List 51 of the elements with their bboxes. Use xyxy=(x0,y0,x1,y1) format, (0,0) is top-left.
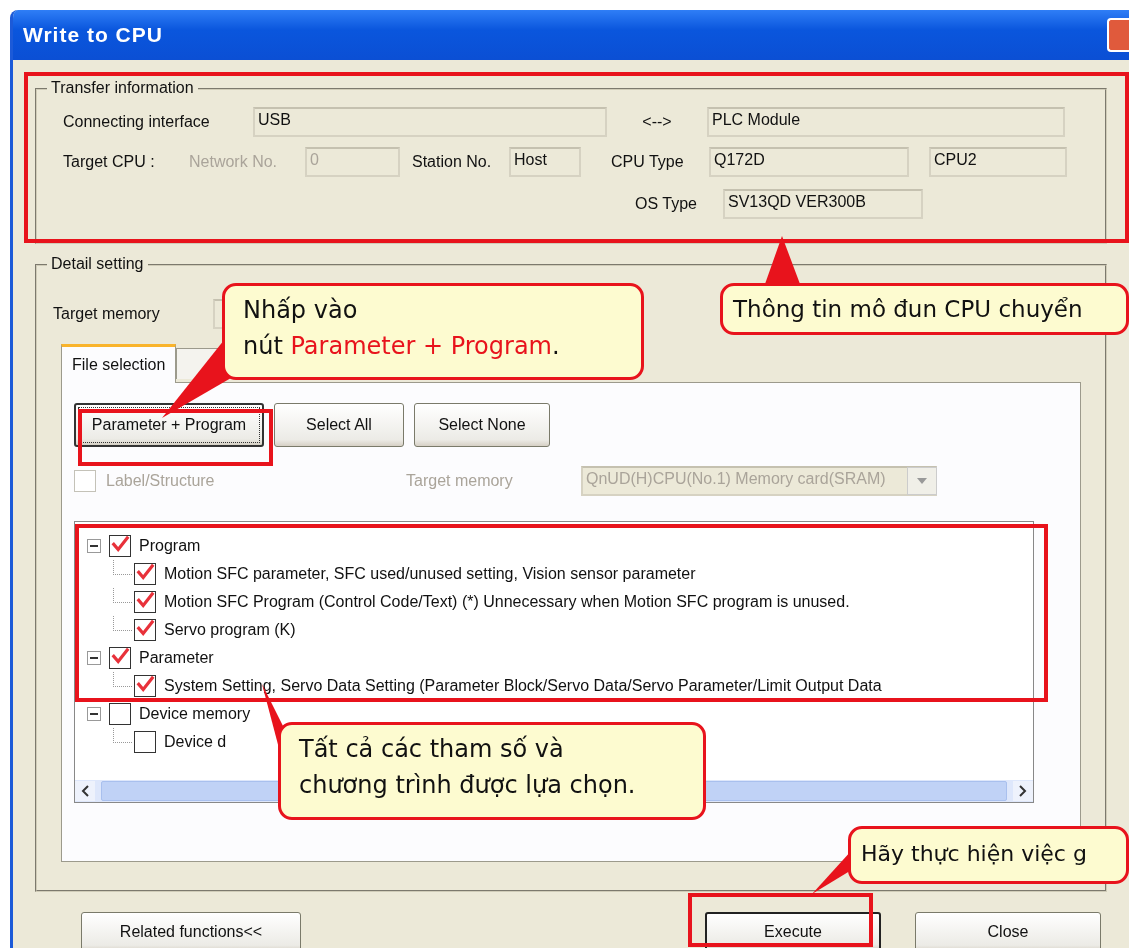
field-label: OS Type xyxy=(635,195,698,213)
arrow-text: <--> xyxy=(641,113,673,131)
window-title: Write to CPU xyxy=(23,23,163,47)
checkbox[interactable] xyxy=(109,535,131,557)
checkbox[interactable] xyxy=(134,675,156,697)
callout-note: Tất cả các tham số và chương trình được lựa chọn. xyxy=(278,722,706,820)
callout-pointer xyxy=(765,236,800,284)
callout-note: Nhấp vào nút Parameter + Program. xyxy=(222,283,644,380)
callout-note: Thông tin mô đun CPU chuyển xyxy=(720,283,1129,335)
field-label: CPU Type xyxy=(611,153,685,171)
tab[interactable]: File selection xyxy=(61,344,177,383)
expand-toggle-icon[interactable] xyxy=(87,539,101,553)
field-label: Target memory xyxy=(406,472,514,490)
expand-toggle-icon[interactable] xyxy=(87,707,101,721)
field-label: Connecting interface xyxy=(63,113,211,131)
select-button[interactable]: Select None xyxy=(414,403,550,447)
tree-item[interactable]: System Setting, Servo Data Setting (Parameter Block/Servo Data/Servo Parameter/Limit Output Data xyxy=(164,677,882,695)
select-button[interactable]: Select All xyxy=(274,403,404,447)
tree-item[interactable]: Program xyxy=(139,537,201,555)
field-label: Network No. xyxy=(189,153,279,171)
cpu-number-field: CPU2 xyxy=(929,147,1067,177)
checkbox[interactable] xyxy=(134,563,156,585)
station-number-field: Host xyxy=(509,147,581,177)
os-type-field: SV13QD VER300B xyxy=(723,189,923,219)
tree-item[interactable]: Servo program (K) xyxy=(164,621,296,639)
tree-item[interactable]: Motion SFC Program (Control Code/Text) (*) Unnecessary when Motion SFC program is unused. xyxy=(164,593,850,611)
expand-toggle-icon[interactable] xyxy=(87,651,101,665)
scroll-right-icon[interactable] xyxy=(1013,781,1033,801)
tree-item[interactable]: Parameter xyxy=(139,649,214,667)
checkbox[interactable] xyxy=(134,619,156,641)
module-field: PLC Module xyxy=(707,107,1065,137)
tree-item[interactable]: Motion SFC parameter, SFC used/unused setting, Vision sensor parameter xyxy=(164,565,696,583)
cpu-type-field: Q172D xyxy=(709,147,909,177)
field-label: Target CPU : xyxy=(63,153,156,171)
checkbox-label: Label/Structure xyxy=(106,472,216,490)
tree-item[interactable]: Device memory xyxy=(139,705,251,723)
network-number-field: 0 xyxy=(305,147,400,177)
scroll-left-icon[interactable] xyxy=(75,781,95,801)
callout-note: Hãy thực hiện việc g xyxy=(848,826,1129,884)
tree-item[interactable]: Device d xyxy=(164,733,227,751)
checkbox[interactable] xyxy=(134,591,156,613)
interface-field: USB xyxy=(253,107,607,137)
field-label: Station No. xyxy=(412,153,493,171)
checkbox[interactable] xyxy=(109,703,131,725)
dialog-button[interactable]: Related functions<< xyxy=(81,912,301,948)
close-button[interactable] xyxy=(1107,18,1129,52)
group-legend: Detail setting xyxy=(47,255,148,273)
field-label: Target memory xyxy=(53,305,161,323)
checkbox[interactable] xyxy=(109,647,131,669)
checkbox[interactable] xyxy=(134,731,156,753)
dialog-button[interactable]: Close xyxy=(915,912,1101,948)
